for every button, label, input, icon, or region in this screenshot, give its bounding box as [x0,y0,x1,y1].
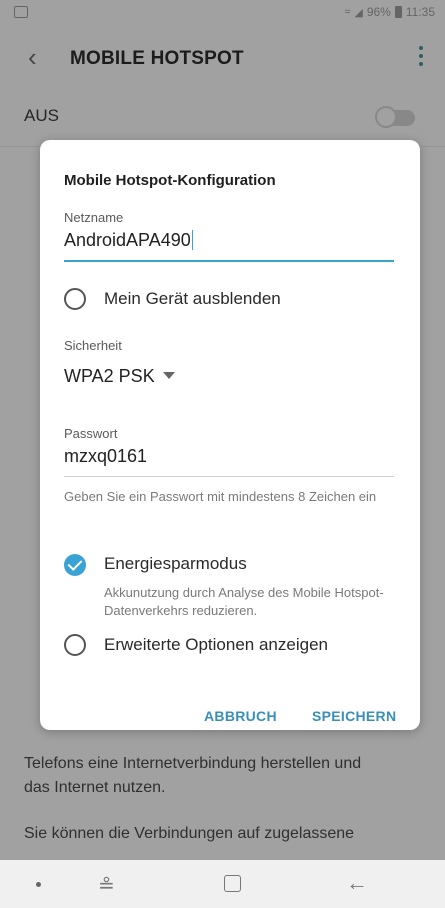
network-name-value: AndroidAPA490 [64,230,191,250]
hotspot-config-dialog: Mobile Hotspot-Konfiguration Netzname An… [40,140,420,730]
screen: ≈ ◢ 96% 11:35 ‹ MOBILE HOTSPOT AUS Telef… [0,0,445,908]
power-saving-description: Akkunutzung durch Analyse des Mobile Hot… [104,585,384,618]
dropdown-arrow-icon [162,372,175,379]
network-name-underline [64,260,394,262]
navigation-bar: ≗ ← [0,860,445,908]
save-button[interactable]: SPEICHERN [312,708,396,724]
recents-icon[interactable]: ≗ [98,873,115,898]
home-icon[interactable] [224,875,241,892]
power-saving-label[interactable]: Energiesparmodus [104,554,247,574]
network-name-input[interactable]: AndroidAPA490 [64,230,194,251]
hide-device-radio[interactable] [64,288,86,310]
password-input[interactable]: mzxq0161 [64,446,147,467]
security-label: Sicherheit [64,338,122,353]
dialog-title: Mobile Hotspot-Konfiguration [64,172,276,189]
advanced-options-radio[interactable] [64,634,86,656]
password-label: Passwort [64,426,118,441]
network-name-label: Netzname [64,210,124,225]
password-hint: Geben Sie ein Passwort mit mindestens 8 … [64,489,377,504]
text-cursor [191,230,194,250]
cancel-button[interactable]: ABBRUCH [204,708,277,724]
nav-back-icon[interactable]: ← [346,870,368,896]
security-value: WPA2 PSK [64,366,155,386]
hide-device-label[interactable]: Mein Gerät ausblenden [104,289,281,309]
password-underline [64,476,394,477]
power-saving-checkbox[interactable] [64,554,86,576]
advanced-options-label[interactable]: Erweiterte Optionen anzeigen [104,635,328,655]
nav-dot-icon[interactable] [36,882,41,887]
security-dropdown[interactable]: WPA2 PSK [64,366,175,387]
